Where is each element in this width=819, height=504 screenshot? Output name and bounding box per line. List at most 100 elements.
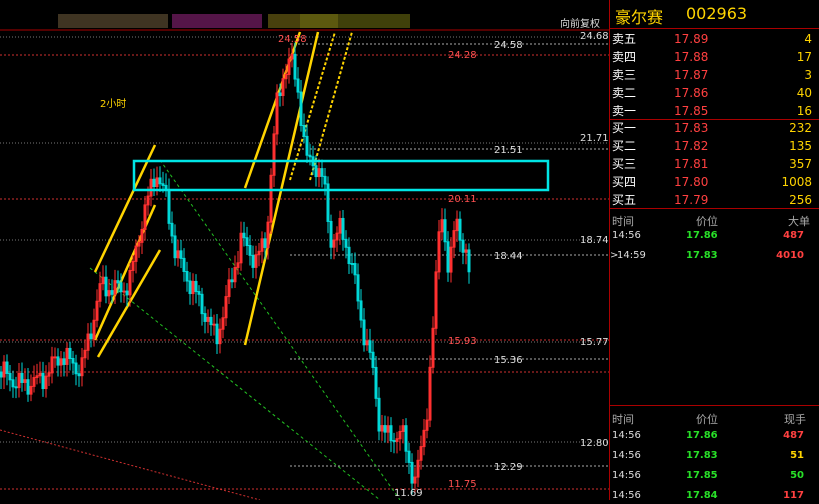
bid-list: 买一 17.83 232 买二 17.82 135 买三 17.81 357 买四 17.80… — [610, 119, 819, 209]
candle-body — [203, 313, 207, 322]
restore-price-toggle[interactable]: 向前复权 — [560, 17, 600, 30]
candle-body — [41, 372, 45, 390]
candle-body — [11, 379, 15, 388]
bid-row: 买五 17.79 256 — [612, 193, 812, 207]
candle-body — [116, 280, 120, 284]
stock-header: 豪尔赛 002963 — [610, 0, 819, 29]
candle-body — [245, 237, 249, 247]
candle-body — [458, 218, 462, 241]
candle-body — [161, 183, 165, 186]
tick-row: 14:56 17.83 51 — [612, 450, 804, 461]
candle-body — [209, 316, 213, 326]
candle-body — [230, 279, 234, 283]
level-label: 15.36 — [494, 355, 523, 366]
candle-body — [353, 263, 357, 276]
candle-body — [200, 293, 204, 315]
candle-body — [299, 91, 303, 126]
candle-body — [467, 249, 471, 273]
candle-body — [170, 222, 174, 237]
candle-body — [152, 178, 156, 188]
axis-tick: 24.68 — [580, 31, 609, 42]
candle-body — [350, 263, 354, 266]
level-label: 12.29 — [494, 462, 523, 473]
candle-body — [374, 366, 378, 399]
ask-row: 卖五 17.89 4 — [612, 32, 812, 46]
candle-body — [389, 425, 393, 442]
candle-body — [8, 372, 12, 381]
candle-body — [404, 425, 408, 452]
ask-list: 卖五 17.89 4 卖四 17.88 17 卖三 17.87 3 卖二 17.86 40 卖一… — [610, 30, 819, 120]
candle-body — [71, 357, 75, 364]
big-order-header: 时间 价位 大单 — [612, 215, 810, 228]
divider — [610, 405, 819, 406]
candle-body — [461, 239, 465, 253]
level-label: 24.58 — [278, 34, 307, 45]
candle-body — [323, 175, 327, 185]
candle-body — [248, 245, 252, 256]
candle-body — [278, 92, 282, 97]
candle-body — [110, 290, 114, 295]
candle-body — [0, 371, 3, 378]
candle-body — [212, 323, 216, 326]
candle-body — [20, 372, 24, 383]
ask-row: 卖二 17.86 40 — [612, 86, 812, 100]
candle-body — [53, 356, 57, 359]
candle-body — [182, 257, 186, 272]
candle-body — [302, 124, 306, 137]
restore-label: 向前复权 — [560, 17, 600, 30]
candle-body — [296, 78, 300, 93]
candle-body — [341, 217, 345, 240]
indicator-bar — [58, 14, 410, 28]
axis-tick: 21.71 — [580, 133, 609, 144]
candle-body — [308, 154, 312, 158]
candle-body — [407, 450, 411, 463]
bid-row: 买三 17.81 357 — [612, 157, 812, 171]
level-label: 11.69 — [394, 488, 423, 499]
tick-row: 14:56 17.86 487 — [612, 430, 804, 441]
candle-body — [347, 246, 351, 265]
ask-row: 卖三 17.87 3 — [612, 68, 812, 82]
level-label: 18.44 — [494, 251, 523, 262]
candle-body — [293, 53, 297, 80]
candle-body — [443, 219, 447, 243]
candle-body — [122, 290, 126, 293]
candle-body — [185, 270, 189, 282]
candle-body — [26, 379, 30, 395]
candle-body — [263, 238, 267, 248]
candle-body — [368, 340, 372, 353]
candle-body — [359, 300, 363, 321]
bid-row: 买一 17.83 232 — [612, 121, 812, 135]
tick-header: 时间 价位 现手 — [612, 413, 806, 426]
bid-row: 买二 17.82 135 — [612, 139, 812, 153]
candle-body — [188, 280, 192, 295]
grid-lines — [0, 36, 609, 443]
candle-body — [377, 397, 381, 432]
candlestick-chart[interactable]: 向前复权 2小时 24.68 21.71 18.74 15.77 12.80 2… — [0, 0, 609, 500]
candle-body — [56, 356, 60, 366]
tick-row: 14:56 17.84 117 — [612, 490, 804, 501]
candle-body — [68, 347, 72, 359]
candle-body — [329, 220, 333, 248]
candle-body — [158, 177, 162, 185]
ask-row: 卖一 17.85 16 — [612, 104, 812, 118]
axis-tick: 18.74 — [580, 235, 609, 246]
candle-body — [446, 241, 450, 273]
candle-body — [5, 361, 9, 374]
level-label: 21.51 — [494, 145, 523, 156]
bid-row: 买四 17.80 1008 — [612, 175, 812, 189]
big-order-row: > 14:59 17.83 4010 — [610, 250, 804, 261]
candle-body — [179, 250, 183, 259]
candle-body — [305, 135, 309, 156]
level-label: 11.75 — [448, 479, 477, 490]
candle-body — [119, 282, 123, 293]
candle-body — [215, 323, 219, 345]
big-order-row: 14:56 17.86 487 — [612, 230, 804, 241]
quote-panel: 豪尔赛 002963 卖五 17.89 4 卖四 17.88 17 卖三 17.87 3 卖… — [609, 0, 819, 501]
level-label: 24.28 — [448, 50, 477, 61]
candle-body — [89, 333, 93, 340]
annotation-text: 2小时 — [100, 98, 126, 110]
candle-body — [104, 276, 108, 297]
axis-ticks: 24.68 21.71 18.74 15.77 12.80 — [580, 31, 609, 449]
axis-tick: 12.80 — [580, 438, 609, 449]
candle-body — [392, 440, 396, 443]
